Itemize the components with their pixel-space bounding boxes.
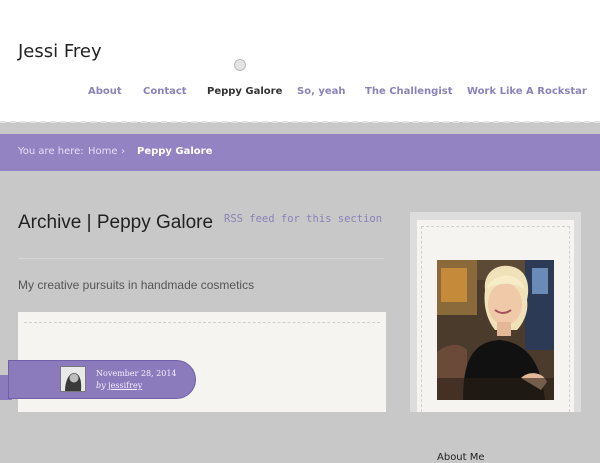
page-title: Archive | Peppy Galore xyxy=(18,212,214,233)
site-title[interactable]: Jessi Frey xyxy=(18,41,102,62)
nav-item-work-like-a-rockstar[interactable]: Work Like A Rockstar xyxy=(467,86,587,97)
author-avatar[interactable] xyxy=(60,366,86,392)
about-me-photo xyxy=(437,260,554,400)
post-date: November 28, 2014 xyxy=(96,369,177,378)
post-author-link[interactable]: jessifrey xyxy=(108,381,142,390)
nav-item-about[interactable]: About xyxy=(88,86,122,97)
post-author-line: by jessifrey xyxy=(96,381,142,390)
site-header: Jessi Frey About Contact Peppy Galore So… xyxy=(0,0,600,122)
archive-description: My creative pursuits in handmade cosmeti… xyxy=(18,278,255,292)
header-divider xyxy=(0,121,600,123)
widget-dash-right xyxy=(569,226,570,412)
breadcrumb-prefix: You are here: xyxy=(18,146,84,157)
widget-dash-left xyxy=(421,226,422,412)
title-divider xyxy=(18,258,384,259)
breadcrumb-home-link[interactable]: Home xyxy=(88,146,118,157)
widget-title: About Me xyxy=(437,452,485,463)
widget-dash-top xyxy=(421,226,570,227)
rss-feed-link[interactable]: RSS feed for this section xyxy=(224,213,382,225)
post-meta xyxy=(8,360,196,399)
nav-item-so-yeah[interactable]: So, yeah xyxy=(297,86,346,97)
nav-item-the-challengist[interactable]: The Challengist xyxy=(365,86,453,97)
circle-dot-icon xyxy=(234,59,246,71)
chevron-right-icon: › xyxy=(121,146,125,157)
breadcrumb: You are here: Home › Peppy Galore xyxy=(0,134,600,171)
breadcrumb-current: Peppy Galore xyxy=(137,146,213,157)
avatar-image xyxy=(61,367,85,391)
nav-item-contact[interactable]: Contact xyxy=(143,86,187,97)
nav-item-peppy-galore[interactable]: Peppy Galore xyxy=(207,86,282,97)
post-card-divider xyxy=(24,322,380,323)
post-author-prefix: by xyxy=(96,381,106,390)
